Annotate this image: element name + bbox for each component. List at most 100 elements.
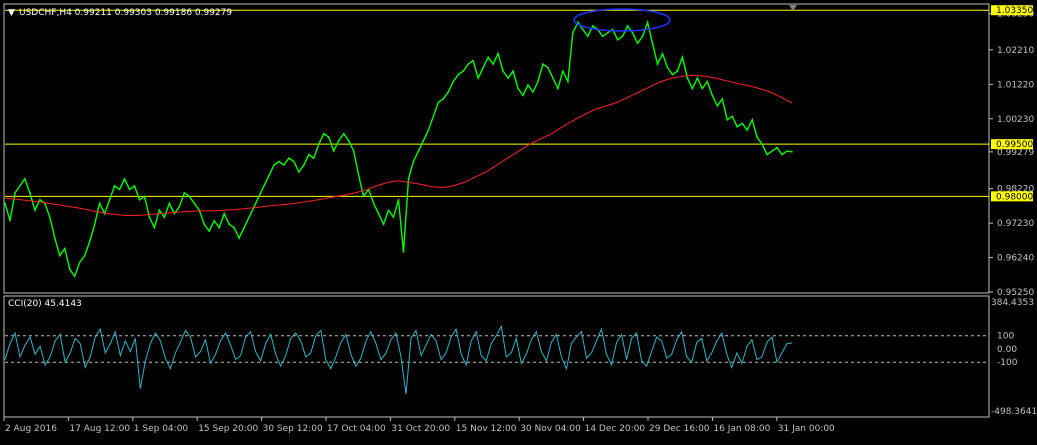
price-point xyxy=(88,240,91,243)
price-tick-label: 1.01220 xyxy=(997,80,1034,90)
price-point xyxy=(203,223,205,225)
price-point xyxy=(39,199,41,201)
time-tick-label: 30 Sep 12:00 xyxy=(263,424,323,434)
price-point xyxy=(278,160,280,163)
price-point xyxy=(213,219,215,222)
price-point xyxy=(527,84,529,86)
price-point xyxy=(562,70,564,72)
price-point xyxy=(178,206,181,208)
price-point xyxy=(332,150,335,152)
cci-scale-max: 384.4353 xyxy=(991,298,1034,308)
price-point xyxy=(133,185,136,187)
hline-price-label: 1.03350 xyxy=(996,6,1033,16)
price-point xyxy=(238,237,240,239)
price-point xyxy=(19,185,21,187)
price-point xyxy=(691,87,694,90)
price-point xyxy=(641,35,644,38)
trading-chart[interactable]: 1.032501.022101.012201.002300.992790.982… xyxy=(0,0,1037,441)
price-point xyxy=(78,261,81,264)
price-point xyxy=(656,63,659,65)
price-point xyxy=(228,223,230,225)
price-point xyxy=(482,66,485,69)
symbol-dropdown-arrow[interactable]: ▼ xyxy=(8,8,15,18)
price-point xyxy=(512,70,514,72)
price-point xyxy=(686,77,689,79)
chart-canvas[interactable]: 1.032501.022101.012201.002300.992790.982… xyxy=(0,0,1037,441)
time-tick-label: 31 Oct 20:00 xyxy=(391,424,450,434)
price-point xyxy=(318,143,320,145)
time-tick-label: 2 Aug 2016 xyxy=(5,424,57,434)
price-point xyxy=(108,199,111,201)
price-point xyxy=(173,212,176,215)
price-point xyxy=(303,164,305,166)
price-point xyxy=(726,119,728,121)
price-point xyxy=(263,185,265,187)
price-point xyxy=(611,28,614,31)
price-point xyxy=(273,164,275,166)
price-point xyxy=(188,195,191,198)
price-point xyxy=(432,115,435,118)
price-panel xyxy=(3,3,990,294)
price-point xyxy=(592,25,594,27)
price-point xyxy=(492,63,494,65)
price-point xyxy=(73,275,76,278)
price-point xyxy=(631,32,634,34)
price-point xyxy=(557,87,559,90)
price-point xyxy=(298,171,300,173)
price-point xyxy=(158,209,161,211)
price-point xyxy=(69,268,71,271)
price-point xyxy=(382,223,385,225)
price-point xyxy=(716,105,719,107)
price-point xyxy=(741,122,743,125)
price-point xyxy=(208,230,210,232)
price-point xyxy=(776,146,778,149)
cci-level-label: 100 xyxy=(997,332,1014,342)
price-point xyxy=(616,39,619,41)
price-point xyxy=(24,178,26,180)
price-point xyxy=(497,52,499,55)
price-point xyxy=(487,56,490,58)
price-point xyxy=(323,132,325,135)
price-point xyxy=(567,80,569,83)
price-tick-label: 1.00230 xyxy=(997,115,1034,125)
price-point xyxy=(268,174,270,177)
price-point xyxy=(138,199,141,201)
price-point xyxy=(532,91,534,93)
price-point xyxy=(467,63,470,65)
price-point xyxy=(676,70,679,72)
price-point xyxy=(422,139,425,142)
price-point xyxy=(143,195,146,198)
price-point xyxy=(153,226,156,229)
time-tick-label: 31 Jan 00:00 xyxy=(778,424,835,434)
price-point xyxy=(54,237,56,239)
price-point xyxy=(288,157,290,159)
price-point xyxy=(437,101,440,104)
price-point xyxy=(293,160,295,163)
price-point xyxy=(756,136,758,138)
cci-panel xyxy=(3,295,990,418)
price-point xyxy=(357,174,360,177)
price-point xyxy=(402,251,405,253)
price-point xyxy=(352,150,355,152)
price-point xyxy=(626,25,629,27)
cci-level-label: -100 xyxy=(997,358,1018,368)
price-point xyxy=(706,80,709,83)
time-tick-label: 15 Sep 20:00 xyxy=(198,424,258,434)
price-point xyxy=(696,77,699,79)
price-point xyxy=(397,199,400,201)
price-point xyxy=(661,52,664,55)
time-tick-label: 15 Nov 12:00 xyxy=(456,424,517,434)
price-point xyxy=(736,126,738,128)
price-point xyxy=(731,115,733,118)
price-point xyxy=(766,153,768,156)
price-point xyxy=(606,32,609,34)
price-point xyxy=(547,66,549,69)
price-point xyxy=(377,212,380,215)
price-point xyxy=(123,178,126,180)
price-tick-label: 0.96240 xyxy=(997,254,1034,264)
price-point xyxy=(522,94,524,97)
price-point xyxy=(113,185,116,187)
price-point xyxy=(701,87,704,90)
price-point xyxy=(472,59,475,62)
price-point xyxy=(14,192,16,194)
